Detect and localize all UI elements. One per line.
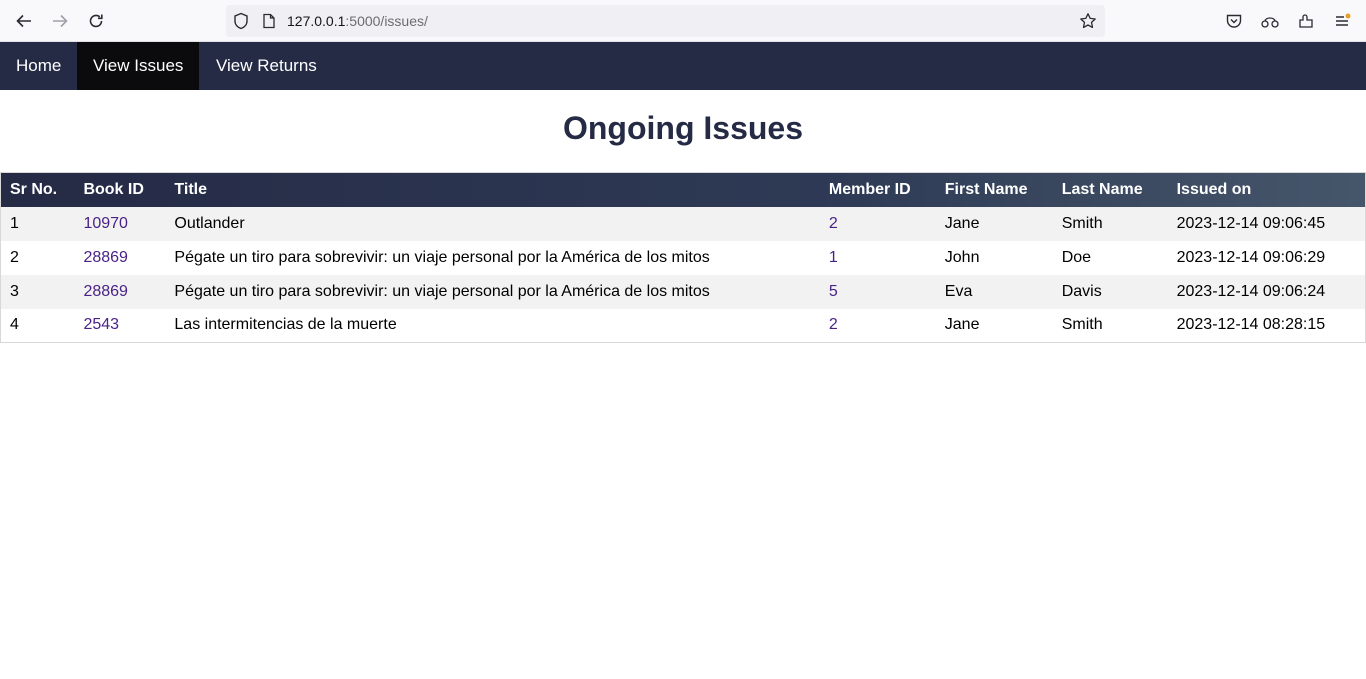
cell-issued-on: 2023-12-14 08:28:15	[1176, 316, 1326, 334]
member-id-link[interactable]: 2	[829, 316, 838, 333]
menu-icon[interactable]	[1329, 8, 1355, 34]
cell-title: Outlander	[174, 214, 245, 232]
table-row: 1 10970 Outlander 2 Jane Smith 2023-12-1…	[0, 206, 1366, 241]
cell-sr-no: 1	[10, 214, 19, 232]
star-icon[interactable]	[1075, 8, 1101, 34]
cell-title: Las intermitencias de la muerte	[174, 316, 397, 334]
cell-title: Pégate un tiro para sobrevivir: un viaje…	[174, 248, 710, 266]
sync-icon[interactable]	[1257, 8, 1283, 34]
book-id-link[interactable]: 28869	[83, 283, 128, 300]
cell-last-name: Doe	[1061, 248, 1092, 266]
browser-toolbar: 127.0.0.1:5000/issues/	[0, 0, 1366, 42]
url-text[interactable]: 127.0.0.1:5000/issues/	[287, 13, 428, 29]
url-host: 127.0.0.1	[287, 13, 346, 29]
header-issued-on: Issued on	[1176, 180, 1252, 198]
url-path: :5000/issues/	[345, 13, 428, 29]
table-row: 3 28869 Pégate un tiro para sobrevivir: …	[0, 274, 1366, 309]
nav-home[interactable]: Home	[0, 42, 77, 90]
issues-table: Sr No. Book ID Title Member ID First Nam…	[0, 172, 1366, 343]
member-id-link[interactable]: 2	[829, 215, 838, 232]
extensions-icon[interactable]	[1293, 8, 1319, 34]
cell-sr-no: 4	[10, 316, 19, 334]
cell-first-name: John	[944, 248, 980, 266]
header-title: Title	[174, 180, 207, 198]
table-row: 2 28869 Pégate un tiro para sobrevivir: …	[0, 240, 1366, 275]
member-id-link[interactable]: 5	[829, 283, 838, 300]
shield-icon[interactable]	[228, 8, 254, 34]
cell-first-name: Jane	[944, 214, 980, 232]
forward-icon[interactable]	[47, 8, 73, 34]
cell-title: Pégate un tiro para sobrevivir: un viaje…	[174, 282, 710, 300]
cell-last-name: Smith	[1061, 214, 1103, 232]
cell-last-name: Davis	[1061, 282, 1102, 300]
cell-sr-no: 3	[10, 282, 19, 300]
book-id-link[interactable]: 2543	[83, 316, 119, 333]
table-header-row: Sr No. Book ID Title Member ID First Nam…	[0, 172, 1366, 207]
header-book-id: Book ID	[83, 180, 144, 198]
page-icon[interactable]	[256, 8, 282, 34]
nav-view-issues[interactable]: View Issues	[77, 42, 200, 90]
cell-sr-no: 2	[10, 248, 19, 266]
url-bar[interactable]: 127.0.0.1:5000/issues/	[226, 5, 1105, 37]
cell-issued-on: 2023-12-14 09:06:24	[1176, 282, 1326, 300]
cell-issued-on: 2023-12-14 09:06:45	[1176, 214, 1326, 232]
cell-issued-on: 2023-12-14 09:06:29	[1176, 248, 1326, 266]
page-title: Ongoing Issues	[562, 110, 804, 146]
back-icon[interactable]	[11, 8, 37, 34]
cell-last-name: Smith	[1061, 316, 1103, 334]
member-id-link[interactable]: 1	[829, 249, 838, 266]
nav-view-returns[interactable]: View Returns	[200, 42, 333, 90]
reload-icon[interactable]	[83, 8, 109, 34]
table-row: 4 2543 Las intermitencias de la muerte 2…	[0, 308, 1366, 343]
main-navbar: Home View Issues View Returns	[0, 42, 1366, 90]
pocket-icon[interactable]	[1221, 8, 1247, 34]
cell-first-name: Jane	[944, 316, 980, 334]
header-sr-no: Sr No.	[10, 180, 58, 198]
header-member-id: Member ID	[828, 180, 911, 198]
cell-first-name: Eva	[944, 282, 973, 300]
header-first-name: First Name	[944, 180, 1028, 198]
book-id-link[interactable]: 10970	[83, 215, 128, 232]
book-id-link[interactable]: 28869	[83, 249, 128, 266]
header-last-name: Last Name	[1061, 180, 1143, 198]
